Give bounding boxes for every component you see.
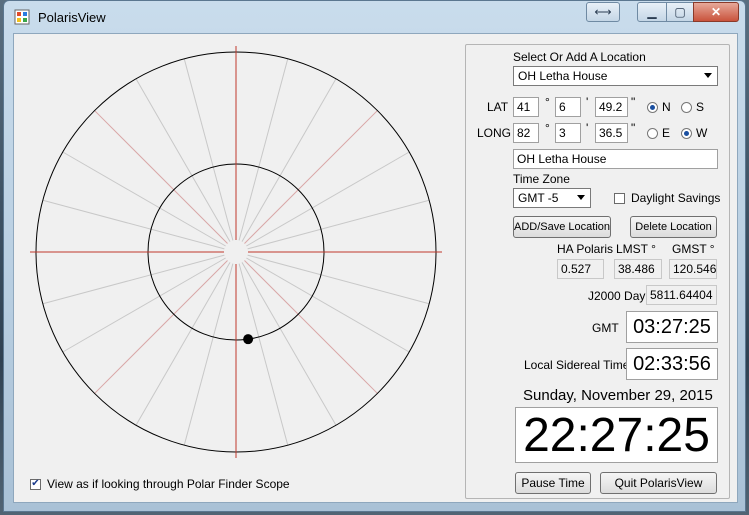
current-date: Sunday, November 29, 2015	[523, 387, 713, 404]
long-seconds-input[interactable]: 36.5	[595, 123, 628, 143]
time-zone-select[interactable]: GMT -5	[513, 188, 591, 208]
long-west-radio[interactable]: W	[681, 126, 707, 140]
reticle-spoke	[135, 78, 231, 242]
reticle-spoke	[62, 257, 226, 353]
reticle-spoke	[241, 78, 337, 242]
reticle-spoke	[247, 199, 430, 250]
local-sidereal-time-clock: 02:33:56	[626, 348, 718, 380]
gmt-label: GMT	[592, 321, 619, 335]
title-bar[interactable]: PolarisView ⟷ ▁ ▢ ✕	[4, 1, 745, 33]
lmst-label: LMST °	[616, 242, 656, 256]
view-finder-scope-label: View as if looking through Polar Finder …	[47, 477, 290, 491]
j2000-day-value: 5811.64404	[646, 285, 717, 305]
reticle-spoke	[246, 151, 410, 247]
lat-north-radio-button[interactable]	[647, 101, 658, 113]
reticle-spoke	[62, 151, 226, 247]
quit-button[interactable]: Quit PolarisView	[600, 472, 717, 494]
select-location-label: Select Or Add A Location	[513, 50, 646, 64]
long-east-radio-button[interactable]	[647, 127, 658, 139]
long-east-radio[interactable]: E	[647, 126, 670, 140]
lat-seconds-input[interactable]: 49.2	[595, 97, 628, 117]
delete-location-button[interactable]: Delete Location	[630, 216, 717, 238]
minimize-button[interactable]: ▁	[637, 2, 667, 22]
time-zone-value: GMT -5	[518, 191, 559, 205]
time-zone-label: Time Zone	[513, 172, 570, 186]
reticle-spoke	[238, 263, 289, 446]
ha-polaris-label: HA Polaris	[557, 242, 614, 256]
long-east-label: E	[662, 126, 671, 140]
chevron-down-icon	[577, 195, 585, 200]
reticle-spoke	[183, 58, 234, 241]
reticle-spoke	[244, 260, 378, 394]
local-sidereal-time-label: Local Sidereal Time	[524, 358, 630, 372]
close-icon: ✕	[710, 5, 722, 19]
control-panel: Select Or Add A Location OH Letha House …	[465, 44, 730, 499]
ha-polaris-value: 0.527	[557, 259, 604, 279]
lat-south-label: S	[696, 100, 705, 114]
lat-north-radio[interactable]: N	[647, 100, 671, 114]
location-select-value: OH Letha House	[518, 69, 608, 83]
reticle-spoke	[247, 254, 430, 305]
long-minutes-input[interactable]: 3	[555, 123, 581, 143]
local-time-clock: 22:27:25	[515, 407, 718, 463]
reticle-spoke	[135, 262, 231, 426]
pause-time-button[interactable]: Pause Time	[515, 472, 591, 494]
maximize-button[interactable]: ▢	[666, 2, 694, 22]
reticle-spoke	[238, 58, 289, 241]
minimize-icon: ▁	[647, 5, 657, 19]
daylight-savings-checkbox[interactable]	[614, 192, 625, 204]
daylight-savings-label: Daylight Savings	[631, 191, 721, 205]
application-window: PolarisView ⟷ ▁ ▢ ✕ ✔ View as if looking…	[3, 0, 746, 512]
reticle-spoke	[94, 260, 228, 394]
gmst-label: GMST °	[672, 242, 715, 256]
lat-degree-symbol: °	[545, 95, 550, 109]
reticle-spoke	[246, 257, 410, 353]
daylight-savings-option[interactable]: Daylight Savings	[614, 191, 720, 205]
long-minute-symbol: '	[586, 121, 589, 135]
close-button[interactable]: ✕	[693, 2, 739, 22]
reticle-spoke	[94, 110, 228, 244]
long-west-radio-button[interactable]	[681, 127, 692, 139]
reticle-spoke	[42, 254, 225, 305]
long-west-label: W	[696, 126, 708, 140]
lat-south-radio[interactable]: S	[681, 100, 704, 114]
lat-degrees-input[interactable]: 41	[513, 97, 539, 117]
view-finder-scope-checkbox[interactable]: ✔	[30, 478, 41, 490]
long-second-symbol: "	[631, 121, 636, 135]
maximize-icon: ▢	[674, 5, 686, 19]
reticle-spoke	[183, 263, 234, 446]
location-name-input[interactable]: OH Letha House	[513, 149, 718, 169]
resize-arrows-icon: ⟷	[594, 5, 612, 19]
gmst-value: 120.546	[669, 259, 717, 279]
chevron-down-icon	[704, 73, 712, 78]
add-save-location-button[interactable]: ADD/Save Location	[513, 216, 611, 238]
lmst-value: 38.486	[614, 259, 662, 279]
lat-north-label: N	[662, 100, 671, 114]
gmt-clock: 03:27:25	[626, 311, 718, 343]
reticle-spoke	[42, 199, 225, 250]
lat-second-symbol: "	[631, 95, 636, 109]
lat-south-radio-button[interactable]	[681, 101, 692, 113]
lat-minute-symbol: '	[586, 95, 589, 109]
resize-button[interactable]: ⟷	[586, 2, 620, 22]
reticle-spoke	[244, 110, 378, 244]
polar-finder-scope	[30, 46, 442, 458]
view-finder-scope-option[interactable]: ✔ View as if looking through Polar Finde…	[30, 477, 290, 491]
j2000-day-label: J2000 Day	[588, 289, 646, 303]
window-title: PolarisView	[38, 10, 106, 25]
location-select[interactable]: OH Letha House	[513, 66, 718, 86]
long-degree-symbol: °	[545, 121, 550, 135]
polaris-marker	[243, 334, 254, 345]
long-label: LONG	[477, 126, 512, 140]
lat-minutes-input[interactable]: 6	[555, 97, 581, 117]
client-area: ✔ View as if looking through Polar Finde…	[13, 33, 738, 503]
long-degrees-input[interactable]: 82	[513, 123, 539, 143]
app-icon	[14, 9, 30, 25]
reticle-spoke	[241, 262, 337, 426]
lat-label: LAT	[487, 100, 509, 114]
